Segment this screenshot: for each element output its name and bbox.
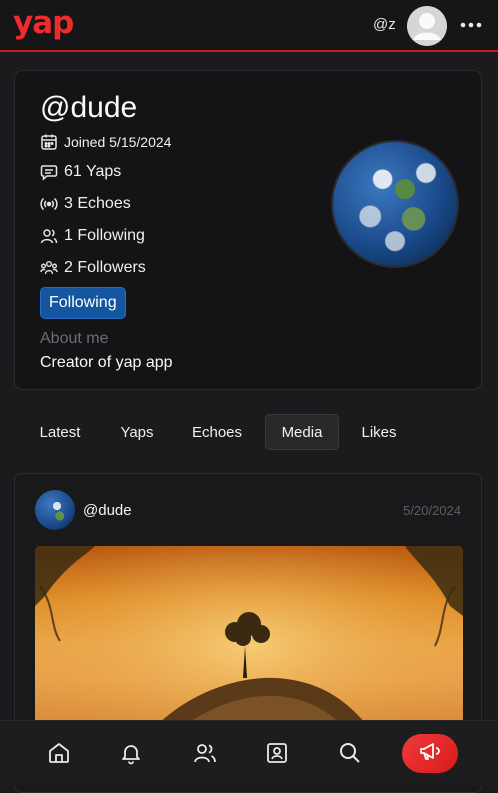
joined-date: Joined 5/15/2024 [40,131,171,153]
profile-name: @dude [40,91,138,124]
tab-media[interactable]: Media [265,414,339,450]
tab-likes[interactable]: Likes [350,414,408,450]
echoes-count[interactable]: 3 Echoes [40,193,131,215]
broadcast-icon [40,195,58,213]
more-horizontal-icon[interactable] [459,15,483,35]
tab-yaps[interactable]: Yaps [106,414,168,450]
following-button[interactable]: Following [40,287,126,319]
post-date: 5/20/2024 [403,503,461,518]
joined-text: Joined 5/15/2024 [64,134,172,150]
about-label: About me [40,330,109,347]
profile-card: @dude Joined 5/15/2024 61 Yaps 3 Echoes … [14,70,482,390]
app-logo[interactable]: yap [13,5,74,41]
megaphone-icon [418,739,442,768]
message-icon [40,163,58,181]
profile-icon[interactable] [265,741,289,765]
top-bar: yap @z [0,0,498,52]
bottom-nav [0,720,498,785]
profile-avatar [333,142,457,266]
users-icon[interactable] [193,741,217,765]
users-icon [40,227,58,245]
home-icon[interactable] [47,741,71,765]
following-text: 1 Following [64,227,145,244]
bell-icon[interactable] [119,741,143,765]
search-icon[interactable] [338,741,362,765]
following-count[interactable]: 1 Following [40,225,145,247]
calendar-icon [40,133,58,151]
post-avatar[interactable] [35,490,75,530]
group-icon [40,259,58,277]
followers-text: 2 Followers [64,259,146,276]
echoes-text: 3 Echoes [64,195,131,212]
compose-yap-button[interactable] [402,734,458,773]
current-user-handle: @z [373,16,396,33]
tab-echoes[interactable]: Echoes [182,414,252,450]
followers-count[interactable]: 2 Followers [40,257,146,279]
post-username[interactable]: @dude [83,502,132,519]
tab-latest[interactable]: Latest [26,414,94,450]
yaps-count[interactable]: 61 Yaps [40,161,121,183]
yaps-text: 61 Yaps [64,163,122,180]
user-avatar-icon[interactable] [407,6,447,46]
about-text: Creator of yap app [40,354,173,371]
